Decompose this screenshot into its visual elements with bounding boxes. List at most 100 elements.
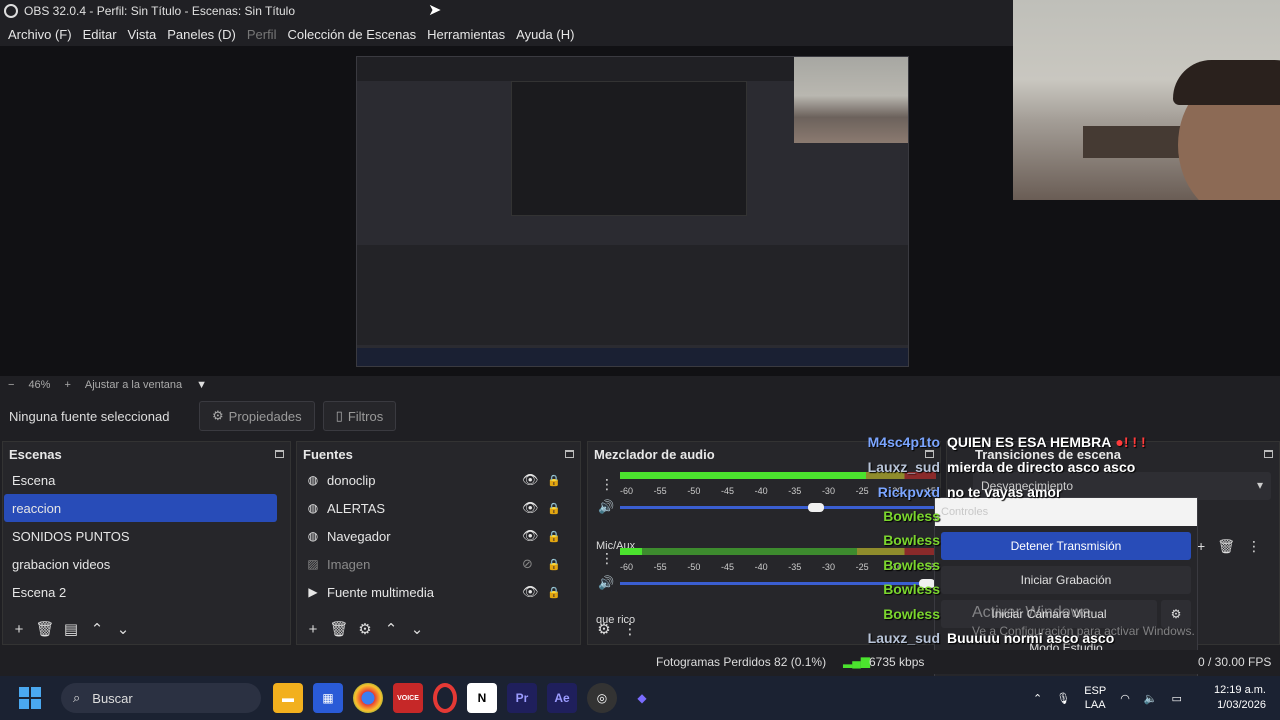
- eye-icon[interactable]: 👁: [522, 500, 539, 516]
- transition-menu-icon[interactable]: ⋮: [1247, 538, 1261, 555]
- filter-icon: ▯: [335, 408, 343, 423]
- play-icon: ▶: [308, 585, 318, 599]
- add-transition-icon[interactable]: +: [1197, 538, 1205, 555]
- volume-fader[interactable]: [620, 503, 936, 512]
- zoom-in-button[interactable]: +: [64, 379, 70, 391]
- move-down-icon[interactable]: ⌄: [113, 620, 133, 638]
- lock-icon[interactable]: 🔒: [547, 530, 561, 543]
- add-scene-icon[interactable]: +: [9, 621, 29, 638]
- menu-paneles[interactable]: Paneles (D): [162, 27, 241, 42]
- source-label: ALERTAS: [327, 500, 386, 516]
- undock-icon[interactable]: [275, 450, 284, 458]
- wifi-icon[interactable]: ◠: [1120, 692, 1130, 705]
- no-source-label: Ninguna fuente seleccionad: [9, 408, 170, 424]
- microphone-icon[interactable]: 🎙: [1056, 692, 1070, 705]
- source-properties-icon[interactable]: ⚙: [355, 620, 375, 638]
- eye-icon[interactable]: 👁: [522, 472, 539, 488]
- obs-icon[interactable]: ◎: [587, 683, 617, 713]
- source-item[interactable]: ▨ Imagen ⊘ 🔒: [297, 550, 580, 578]
- preview-mini-docks: [357, 245, 908, 345]
- lock-icon[interactable]: 🔒: [547, 474, 561, 487]
- scene-item[interactable]: SONIDOS PUNTOS: [4, 522, 277, 550]
- speaker-icon[interactable]: 🔊: [598, 575, 614, 591]
- add-source-icon[interactable]: +: [303, 621, 323, 638]
- volume-icon[interactable]: 🔈: [1144, 692, 1158, 705]
- meter-ticks: -60 -55 -50 -45 -40 -35 -30 -25 -20 -15: [620, 486, 936, 496]
- speaker-icon[interactable]: 🔊: [598, 499, 614, 515]
- notion-icon[interactable]: N: [467, 683, 497, 713]
- battery-icon[interactable]: ▭: [1172, 692, 1182, 705]
- transition-tools: + 🗑 ⋮: [1197, 538, 1261, 555]
- app-icon[interactable]: ◆: [627, 683, 657, 713]
- undock-icon[interactable]: [1264, 450, 1273, 458]
- chrome-icon[interactable]: [353, 683, 383, 713]
- zoom-out-button[interactable]: −: [8, 379, 14, 391]
- windows-start-icon[interactable]: [19, 687, 41, 709]
- start-recording-button[interactable]: Iniciar Grabación: [941, 566, 1191, 594]
- sources-dock: Fuentes ◍ donoclip 👁 🔒 ◍ ALERTAS 👁 🔒 ◍ N…: [296, 441, 581, 645]
- globe-icon: ◍: [307, 501, 319, 515]
- language-indicator[interactable]: ESP LAA: [1084, 684, 1106, 712]
- menu-editar[interactable]: Editar: [78, 27, 122, 42]
- clock[interactable]: 12:19 a.m. 1/03/2026: [1196, 683, 1266, 713]
- scene-filters-icon[interactable]: ▤: [61, 620, 81, 638]
- remove-source-icon[interactable]: 🗑: [329, 620, 349, 638]
- scene-item[interactable]: Escena: [4, 466, 277, 494]
- lock-icon[interactable]: 🔒: [547, 502, 561, 515]
- undock-icon[interactable]: [925, 450, 934, 458]
- channel-menu-icon[interactable]: ⋮: [600, 550, 614, 567]
- watermark-line1: Activar Windows: [972, 604, 1091, 621]
- channel-menu-icon[interactable]: ⋮: [600, 476, 614, 493]
- menu-coleccion-escenas[interactable]: Colección de Escenas: [282, 27, 421, 42]
- fader-knob[interactable]: [807, 503, 824, 512]
- eye-hidden-icon[interactable]: ⊘: [522, 556, 533, 572]
- source-item[interactable]: ◍ Navegador 👁 🔒: [297, 522, 580, 550]
- eye-icon[interactable]: 👁: [522, 528, 539, 544]
- zoom-dropdown-icon[interactable]: ▼: [196, 379, 207, 391]
- source-item[interactable]: ◍ donoclip 👁 🔒: [297, 466, 580, 494]
- filters-button[interactable]: ▯ Filtros: [322, 401, 397, 431]
- source-label: Navegador: [327, 528, 391, 544]
- menu-archivo[interactable]: Archivo (F): [3, 27, 77, 42]
- menu-ayuda[interactable]: Ayuda (H): [511, 27, 579, 42]
- voicemeeter-icon[interactable]: VOICE: [393, 683, 423, 713]
- zoom-fit-label[interactable]: Ajustar a la ventana: [85, 379, 182, 391]
- meter-ticks: -60 -55 -50 -45 -40 -35 -30 -25 -20 -15: [620, 562, 936, 572]
- opera-icon[interactable]: [433, 683, 457, 713]
- search-placeholder: Buscar: [92, 690, 133, 706]
- chevron-up-icon[interactable]: ⌃: [1033, 692, 1042, 705]
- sources-header: Fuentes: [297, 442, 580, 466]
- volume-fader[interactable]: [620, 579, 936, 588]
- scene-item-selected[interactable]: reaccion: [4, 494, 277, 522]
- fader-knob[interactable]: [918, 579, 935, 588]
- source-item[interactable]: ▶ Fuente multimedia 👁 🔒: [297, 578, 580, 606]
- transition-select[interactable]: Desvanecimiento ▾: [973, 472, 1271, 500]
- source-item[interactable]: ◍ ALERTAS 👁 🔒: [297, 494, 580, 522]
- menu-herramientas[interactable]: Herramientas: [422, 27, 510, 42]
- scene-item[interactable]: Escena 2: [4, 578, 277, 606]
- remove-scene-icon[interactable]: 🗑: [35, 620, 55, 638]
- controls-title: Controles: [935, 498, 1197, 526]
- stop-stream-button[interactable]: Detener Transmisión: [941, 532, 1191, 560]
- premiere-icon[interactable]: Pr: [507, 683, 537, 713]
- bitrate: 6735 kbps: [869, 655, 925, 669]
- mixer-menu-icon[interactable]: ⋮: [620, 620, 640, 638]
- move-up-icon[interactable]: ⌃: [381, 620, 401, 638]
- lock-icon[interactable]: 🔒: [547, 586, 561, 599]
- store-icon[interactable]: ▦: [313, 683, 343, 713]
- program-preview[interactable]: [356, 56, 909, 367]
- advanced-audio-icon[interactable]: ⚙: [594, 620, 614, 638]
- move-up-icon[interactable]: ⌃: [87, 620, 107, 638]
- after-effects-icon[interactable]: Ae: [547, 683, 577, 713]
- move-down-icon[interactable]: ⌄: [407, 620, 427, 638]
- menu-vista[interactable]: Vista: [123, 27, 162, 42]
- taskbar-search[interactable]: ⌕ Buscar: [61, 683, 261, 713]
- file-explorer-icon[interactable]: ▬: [273, 683, 303, 713]
- undock-icon[interactable]: [565, 450, 574, 458]
- remove-transition-icon[interactable]: 🗑: [1217, 538, 1235, 555]
- lock-icon[interactable]: 🔒: [547, 558, 561, 571]
- properties-button[interactable]: ⚙ Propiedades: [199, 401, 315, 431]
- scene-item[interactable]: grabacion videos: [4, 550, 277, 578]
- source-toolbar: Ninguna fuente seleccionad ⚙ Propiedades…: [0, 400, 1280, 432]
- eye-icon[interactable]: 👁: [522, 584, 539, 600]
